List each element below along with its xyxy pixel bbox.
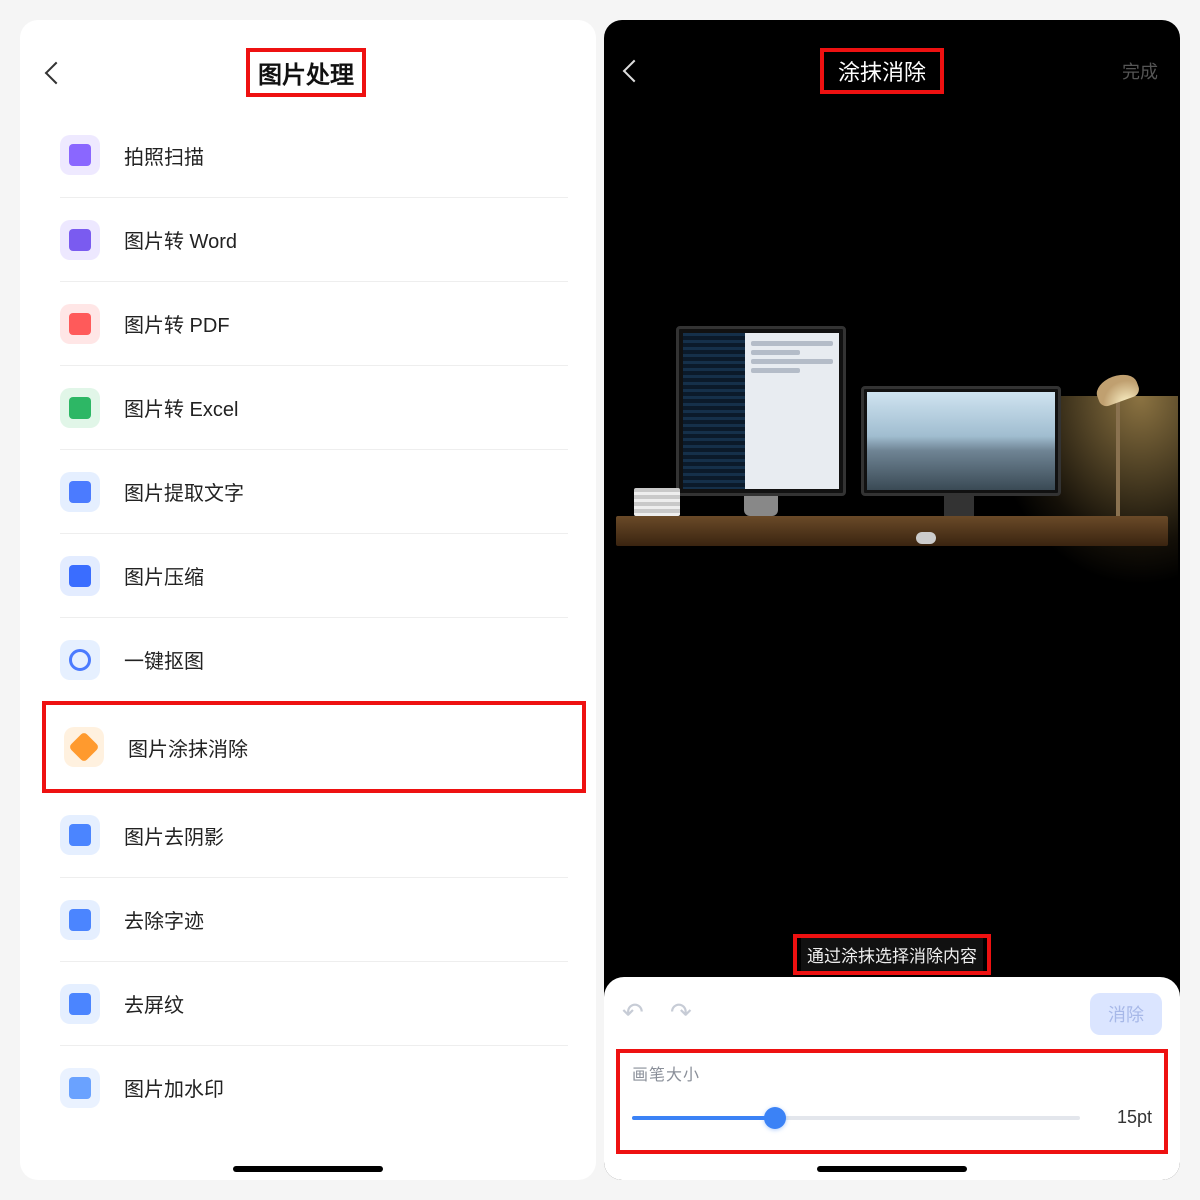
done-button[interactable]: 完成 bbox=[1122, 58, 1158, 84]
hint-highlight: 通过涂抹选择消除内容 bbox=[793, 934, 991, 975]
list-item-label: 图片加水印 bbox=[124, 1073, 224, 1102]
slider-thumb[interactable] bbox=[764, 1107, 786, 1129]
highlight-box: 图片涂抹消除 bbox=[42, 701, 586, 793]
erase-button[interactable]: 消除 bbox=[1090, 993, 1162, 1035]
list-item-compress[interactable]: 图片压缩 bbox=[60, 533, 568, 617]
watermark-icon bbox=[60, 1068, 100, 1108]
list-item-label: 图片转 Word bbox=[124, 225, 237, 254]
list-item-to-pdf[interactable]: 图片转 PDF bbox=[60, 281, 568, 365]
list-item-deshadow[interactable]: 图片去阴影 bbox=[60, 793, 568, 877]
list-item-to-word[interactable]: 图片转 Word bbox=[60, 197, 568, 281]
descreen-icon bbox=[60, 984, 100, 1024]
left-header: 图片处理 bbox=[20, 20, 596, 113]
list-item-label: 图片压缩 bbox=[124, 561, 204, 590]
list-item-watermark[interactable]: 图片加水印 bbox=[60, 1045, 568, 1129]
list-item-label: 图片涂抹消除 bbox=[128, 733, 248, 762]
right-header: 涂抹消除 完成 bbox=[604, 20, 1180, 104]
undo-icon[interactable] bbox=[622, 1003, 648, 1025]
left-screen: 图片处理 拍照扫描图片转 Word图片转 PDF图片转 Excel图片提取文字图… bbox=[20, 20, 596, 1180]
list-item-label: 图片去阴影 bbox=[124, 821, 224, 850]
home-indicator[interactable] bbox=[233, 1166, 383, 1172]
ocr-icon bbox=[60, 472, 100, 512]
brush-size-value: 15pt bbox=[1108, 1107, 1152, 1128]
list-item-erase[interactable]: 图片涂抹消除 bbox=[64, 705, 564, 789]
slider-fill bbox=[632, 1116, 775, 1120]
photo-content bbox=[616, 336, 1169, 656]
home-indicator[interactable] bbox=[817, 1166, 967, 1172]
scan-icon bbox=[60, 135, 100, 175]
list-item-descreen[interactable]: 去屏纹 bbox=[60, 961, 568, 1045]
list-item-label: 去屏纹 bbox=[124, 989, 184, 1018]
list-item-label: 一键抠图 bbox=[124, 645, 204, 674]
list-item-label: 图片提取文字 bbox=[124, 477, 244, 506]
brush-size-slider[interactable] bbox=[632, 1116, 1080, 1120]
bottom-panel: 消除 画笔大小 15pt bbox=[604, 977, 1180, 1180]
list-item-scan[interactable]: 拍照扫描 bbox=[60, 113, 568, 197]
list-item-remove-hand[interactable]: 去除字迹 bbox=[60, 877, 568, 961]
right-screen: 涂抹消除 完成 bbox=[604, 20, 1180, 1180]
image-canvas[interactable]: 通过涂抹选择消除内容 bbox=[604, 104, 1180, 977]
brush-size-section: 画笔大小 15pt bbox=[616, 1049, 1168, 1154]
list-item-cutout[interactable]: 一键抠图 bbox=[60, 617, 568, 701]
feature-list: 拍照扫描图片转 Word 图片转 PDF 图片转 Excel 图片提取文字图片压缩一键… bbox=[20, 113, 596, 1129]
to-word-icon bbox=[60, 220, 100, 260]
redo-icon[interactable] bbox=[670, 1003, 696, 1025]
remove-hand-icon bbox=[60, 900, 100, 940]
to-excel-icon bbox=[60, 388, 100, 428]
list-item-to-excel[interactable]: 图片转 Excel bbox=[60, 365, 568, 449]
list-item-label: 图片转 Excel bbox=[124, 393, 238, 422]
brush-size-label: 画笔大小 bbox=[632, 1061, 1152, 1085]
list-item-ocr[interactable]: 图片提取文字 bbox=[60, 449, 568, 533]
page-title: 涂抹消除 bbox=[820, 48, 944, 94]
list-item-label: 图片转 PDF bbox=[124, 309, 230, 338]
hint-text: 通过涂抹选择消除内容 bbox=[801, 938, 983, 971]
list-item-label: 拍照扫描 bbox=[124, 141, 204, 170]
compress-icon bbox=[60, 556, 100, 596]
page-title: 图片处理 bbox=[246, 48, 366, 97]
cutout-icon bbox=[60, 640, 100, 680]
deshadow-icon bbox=[60, 815, 100, 855]
list-item-label: 去除字迹 bbox=[124, 905, 204, 934]
erase-icon bbox=[64, 727, 104, 767]
to-pdf-icon bbox=[60, 304, 100, 344]
